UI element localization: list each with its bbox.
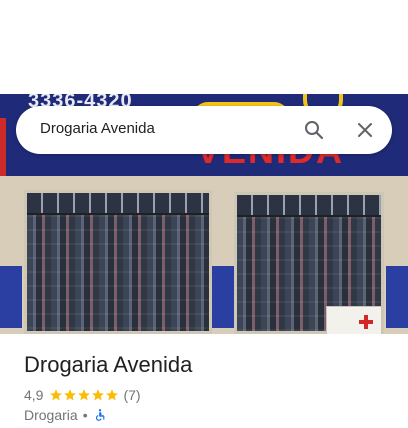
- search-button[interactable]: [302, 118, 326, 142]
- wall-stripe: [212, 266, 234, 328]
- close-icon: [358, 123, 372, 137]
- wall-stripe: [386, 266, 408, 328]
- pharmacy-cross-box: [326, 306, 382, 334]
- search-bar[interactable]: Drogaria Avenida: [16, 106, 392, 154]
- star-icon: [106, 389, 119, 401]
- separator-dot: •: [82, 407, 88, 423]
- store-window-left: [24, 190, 212, 334]
- wheelchair-icon: [95, 409, 104, 421]
- star-icon: [92, 389, 105, 401]
- place-category: Drogaria: [24, 407, 78, 423]
- clear-search-button[interactable]: [353, 118, 377, 142]
- rating-stars: [49, 388, 119, 402]
- review-count[interactable]: (7): [123, 387, 140, 403]
- rating-row[interactable]: 4,9 (7): [24, 387, 141, 403]
- category-row: Drogaria •: [24, 407, 107, 423]
- search-input[interactable]: Drogaria Avenida: [40, 120, 155, 137]
- map-top-area: [0, 0, 408, 94]
- rating-value: 4,9: [24, 387, 44, 403]
- star-icon: [78, 389, 91, 401]
- wall-stripe: [0, 266, 22, 328]
- sign-red-edge: [0, 118, 6, 178]
- search-icon: [305, 121, 324, 140]
- star-icon: [50, 389, 63, 401]
- star-icon: [64, 389, 77, 401]
- place-title[interactable]: Drogaria Avenida: [24, 352, 192, 378]
- store-shelves: [27, 215, 209, 331]
